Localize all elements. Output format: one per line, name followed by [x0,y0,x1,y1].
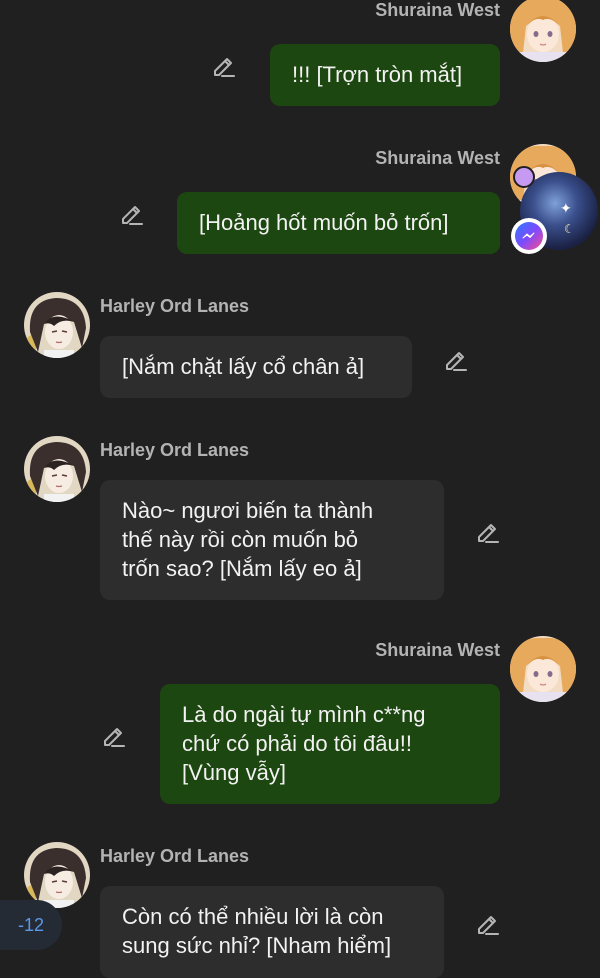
sender-name: Shuraina West [375,640,500,660]
edit-icon[interactable] [442,346,468,372]
avatar-shuraina[interactable] [510,636,576,702]
sender-name: Harley Ord Lanes [100,846,250,866]
message-text: chứ có phải do tôi đâu!! [182,731,412,756]
sender-name: Shuraina West [375,148,500,168]
message-bubble[interactable]: [Hoảng hốt muốn bỏ trốn] [177,192,500,254]
messenger-icon[interactable] [511,218,547,254]
count-label: -12 [17,914,44,935]
avatar-shuraina[interactable] [510,0,576,62]
edit-icon[interactable] [474,518,500,544]
message-bubble[interactable]: !!! [Trợn tròn mắt] [270,44,500,106]
avatar-harley[interactable] [24,292,90,358]
message-text: thế này rồi còn muốn bỏ [122,527,359,552]
edit-icon[interactable] [210,52,236,78]
message-text: [Vùng vẫy] [182,760,286,785]
message-bubble[interactable]: Nào~ ngươi biến ta thành thế này rồi còn… [100,480,444,600]
message-text: trốn sao? [Nắm lấy eo ả] [122,556,362,581]
message-bubble[interactable]: Là do ngài tự mình c**ng chứ có phải do … [160,684,500,804]
edit-icon[interactable] [118,200,144,226]
message-text: Là do ngài tự mình c**ng [182,702,426,727]
message-text: [Nắm chặt lấy cổ chân ả] [122,354,365,379]
message-text: Còn có thể nhiều lời là còn [122,904,384,929]
active-status-dot [513,166,535,188]
star-icon: ✦ [560,200,572,216]
message-text: !!! [Trợn tròn mắt] [292,62,463,87]
messenger-logo [515,222,543,250]
sender-name: Harley Ord Lanes [100,296,250,316]
avatar-harley[interactable] [24,842,90,908]
message-bubble[interactable]: [Nắm chặt lấy cổ chân ả] [100,336,412,398]
moon-icon: ☾ [564,222,575,236]
sender-name: Harley Ord Lanes [100,440,250,460]
message-text: Nào~ ngươi biến ta thành [122,498,374,523]
avatar-harley[interactable] [24,436,90,502]
edit-icon[interactable] [100,722,126,748]
sender-name: Shuraina West [375,0,500,20]
unread-count-badge[interactable]: -12 [0,900,62,950]
edit-icon[interactable] [474,910,500,936]
message-text: [Hoảng hốt muốn bỏ trốn] [199,210,449,235]
message-text: sung sức nhỉ? [Nham hiểm] [122,933,392,958]
message-bubble[interactable]: Còn có thể nhiều lời là còn sung sức nhỉ… [100,886,444,978]
